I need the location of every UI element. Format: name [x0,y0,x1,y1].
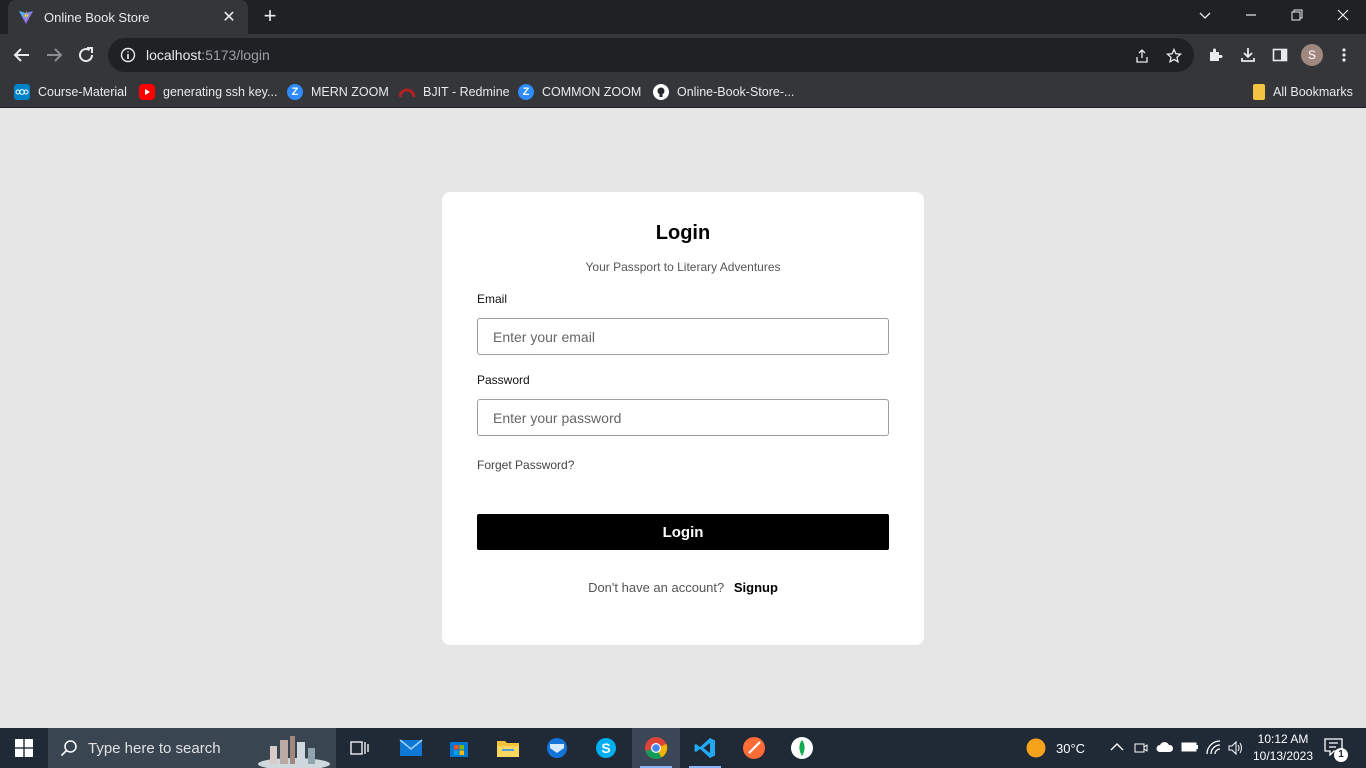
reload-button[interactable] [72,41,100,69]
clock-date: 10/13/2023 [1252,749,1314,763]
tab-search-chevron-icon[interactable] [1182,0,1228,30]
weather-temperature[interactable]: 30°C [1056,741,1085,756]
bookmark-course-material[interactable]: Course-Material [14,82,127,102]
no-account-text: Don't have an account? [588,580,725,595]
signup-link[interactable]: Signup [734,580,778,595]
all-bookmarks-label: All Bookmarks [1273,85,1353,99]
side-panel-icon[interactable] [1269,44,1291,66]
forget-password-link[interactable]: Forget Password? [477,458,574,472]
forward-button[interactable] [40,41,68,69]
bookmark-mern-zoom[interactable]: Z MERN ZOOM [287,82,389,102]
onedrive-cloud-icon[interactable] [1156,741,1174,753]
tray-chevron-up-icon[interactable] [1110,742,1124,752]
notification-center-icon[interactable]: 1 [1324,738,1348,762]
page-body: Login Your Passport to Literary Adventur… [0,109,1366,728]
youtube-icon [139,84,155,100]
browser-tab[interactable]: Online Book Store ✕ [8,0,248,34]
search-icon [60,740,77,757]
postman-icon[interactable] [730,728,778,768]
back-button[interactable] [8,41,36,69]
thunderbird-icon[interactable] [533,728,581,768]
bookmark-label: Online-Book-Store-... [677,85,795,99]
clock-time: 10:12 AM [1257,732,1309,746]
weather-sun-icon[interactable] [1025,737,1047,759]
svg-text:S: S [601,740,610,756]
password-label: Password [477,373,530,387]
bookmark-ssh-key[interactable]: generating ssh key... [139,82,277,102]
zoom-icon: Z [518,84,534,100]
address-bar[interactable]: localhost:5173/login [108,38,1194,72]
notification-count-badge: 1 [1334,748,1348,762]
profile-avatar[interactable]: S [1301,44,1323,66]
login-title: Login [655,222,711,244]
restore-button[interactable] [1274,0,1320,30]
github-icon [653,84,669,100]
tab-title: Online Book Store [44,9,150,25]
taskbar-clock[interactable]: 10:12 AM 10/13/2023 [1248,731,1318,765]
windows-taskbar: Type here to search S 30°C 10:12 AM 10/1… [0,728,1366,768]
browser-tabstrip: Online Book Store ✕ + [0,0,1366,34]
browser-toolbar: localhost:5173/login S [0,34,1366,76]
download-icon[interactable] [1237,44,1259,66]
bookmarks-bar: Course-Material generating ssh key... Z … [0,76,1366,108]
folder-icon [1253,84,1265,100]
vscode-icon[interactable] [681,728,729,768]
bookmark-label: BJIT - Redmine [423,85,510,99]
chrome-taskbar-icon[interactable] [632,728,680,768]
signup-row: Don't have an account? Signup [442,580,924,595]
login-subtitle: Your Passport to Literary Adventures [585,260,781,274]
task-view-icon[interactable] [336,728,384,768]
microsoft-store-icon[interactable] [435,728,483,768]
forward-arrow-icon [47,48,63,62]
site-info-icon[interactable] [120,47,136,63]
search-placeholder: Type here to search [88,739,221,757]
bookmark-common-zoom[interactable]: Z COMMON ZOOM [518,82,641,102]
skype-icon[interactable]: S [582,728,630,768]
password-field[interactable] [477,399,889,436]
nextcloud-icon [14,84,30,100]
email-label: Email [477,292,508,306]
back-arrow-icon [13,48,29,62]
file-explorer-icon[interactable] [484,728,532,768]
address-path: :5173/login [201,47,270,63]
mail-icon[interactable] [387,728,435,768]
battery-icon[interactable] [1181,741,1199,753]
volume-icon[interactable] [1227,740,1243,756]
minimize-button[interactable] [1228,0,1274,30]
tab-close-icon[interactable]: ✕ [220,7,238,27]
redmine-icon [399,84,415,100]
start-button[interactable] [0,728,48,768]
bookmark-label: COMMON ZOOM [542,85,642,99]
search-highlight-city-icon [258,736,330,768]
windows-logo-icon [15,739,33,757]
bookmark-star-icon[interactable] [1164,46,1184,66]
login-button[interactable]: Login [477,514,889,550]
share-icon[interactable] [1132,46,1152,66]
new-tab-button[interactable]: + [258,5,282,29]
login-card: Login Your Passport to Literary Adventur… [442,192,924,645]
close-window-button[interactable] [1320,0,1366,30]
chrome-menu-icon[interactable] [1333,44,1355,66]
wifi-icon[interactable] [1205,739,1221,755]
extensions-icon[interactable] [1205,44,1227,66]
vite-icon [19,10,33,24]
bookmark-label: MERN ZOOM [311,85,389,99]
meet-now-icon[interactable] [1134,740,1148,756]
zoom-icon: Z [287,84,303,100]
taskbar-search[interactable]: Type here to search [48,728,336,768]
bookmark-label: Course-Material [38,85,127,99]
email-field[interactable] [477,318,889,355]
mongodb-compass-icon[interactable] [778,728,826,768]
all-bookmarks[interactable]: All Bookmarks [1253,82,1353,102]
address-host: localhost [146,47,202,63]
bookmark-online-book-store[interactable]: Online-Book-Store-... [653,82,794,102]
address-url: localhost:5173/login [146,47,270,63]
reload-icon [79,47,94,63]
bookmark-label: generating ssh key... [163,85,278,99]
bookmark-bjit-redmine[interactable]: BJIT - Redmine [399,82,510,102]
